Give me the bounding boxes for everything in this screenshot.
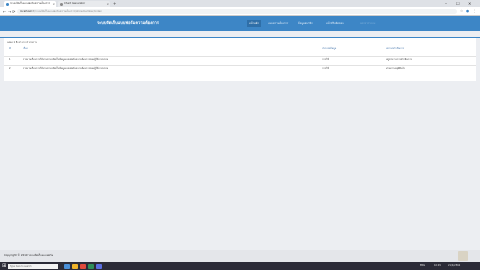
tab-title: Chart Generator: [64, 2, 86, 5]
taskbar-chrome-icon[interactable]: [80, 263, 86, 269]
taskbar-app-icon[interactable]: [88, 263, 94, 269]
close-window-button[interactable]: ✕: [468, 0, 471, 7]
col-no[interactable]: #: [9, 47, 11, 50]
row-type: การใช้: [322, 67, 329, 70]
url-field[interactable]: localhost:8/ระบบจัดเก็บแบบฟอร์มความต้องก…: [17, 9, 457, 14]
windows-start-icon[interactable]: ⊞: [2, 263, 6, 269]
taskbar-app-icon[interactable]: [64, 263, 70, 269]
os-taskbar: ⊞ Type here to search ENG 10:45 21/4/256…: [0, 262, 480, 270]
tray-language[interactable]: ENG: [420, 262, 425, 270]
back-icon[interactable]: ←: [3, 7, 6, 16]
tray-time[interactable]: 10:45: [434, 262, 441, 270]
table-row[interactable]: 2 รายงานเรื่องการใช้งานระบบจัดเก็บข้อมูล…: [4, 65, 476, 70]
bookmark-star-icon[interactable]: ☆: [460, 7, 463, 16]
taskbar-app-icon[interactable]: [96, 263, 102, 269]
taskbar-search-input[interactable]: Type here to search: [8, 263, 58, 269]
col-type[interactable]: ประเภทข้อมูล: [322, 47, 336, 51]
row-title[interactable]: รายงานเรื่องการใช้งานระบบจัดเก็บข้อมูลแบ…: [23, 66, 108, 71]
nav-logout[interactable]: ออกจากระบบ: [358, 20, 377, 27]
nav-home[interactable]: หน้าหลัก: [247, 20, 261, 27]
maximize-button[interactable]: ☐: [456, 0, 460, 7]
recaptcha-badge-icon: [458, 251, 468, 261]
table-header: # เรื่อง ประเภทข้อมูล สถานะดำเนินการ: [4, 47, 476, 51]
nav-members[interactable]: ข้อมูลสมาชิก: [296, 20, 315, 27]
url-host: localhost: [20, 10, 32, 13]
table-row[interactable]: 1 รายงานเรื่องการใช้งานระบบจัดเก็บข้อมูล…: [4, 56, 476, 61]
row-type: การใช้: [322, 58, 329, 61]
page-footer: Copyright © 2019 ระบบจัดเก็บแบบฟอร์ม: [0, 250, 480, 262]
new-tab-button[interactable]: +: [113, 0, 116, 7]
nav-requirements[interactable]: แบบความต้องการ: [266, 20, 290, 27]
nav-responsibilities[interactable]: หน้าที่รับผิดชอบ: [324, 20, 346, 27]
app-brand[interactable]: ระบบจัดเก็บแบบฟอร์มความต้องการ: [97, 16, 159, 30]
col-status[interactable]: สถานะดำเนินการ: [386, 47, 404, 51]
forward-icon[interactable]: →: [8, 7, 11, 16]
reload-icon[interactable]: ⟳: [12, 7, 15, 16]
col-title[interactable]: เรื่อง: [23, 47, 28, 51]
tab-favicon-icon: [6, 3, 9, 6]
tab-favicon-icon: [60, 3, 63, 6]
row-no: 1: [9, 58, 11, 61]
address-bar: ← → ⟳ localhost:8/ระบบจัดเก็บแบบฟอร์มควา…: [0, 7, 480, 16]
profile-icon[interactable]: ●: [466, 7, 469, 16]
app-header: ระบบจัดเก็บแบบฟอร์มความต้องการ หน้าหลัก …: [0, 16, 480, 31]
tab-title: ระบบจัดเก็บแบบฟอร์มความต้องการ: [10, 2, 51, 5]
row-no: 2: [9, 67, 11, 70]
row-status: ผ่านการอนุมัติแล้ว: [386, 67, 405, 70]
tray-date[interactable]: 21/4/2562: [448, 262, 460, 270]
row-status: อยู่ระหว่างการดำเนินการ: [386, 58, 412, 61]
breadcrumb: แสดง 1 ถึง 2 จาก 2 รายการ: [7, 41, 37, 44]
copyright-text: Copyright © 2019 ระบบจัดเก็บแบบฟอร์ม: [4, 254, 54, 257]
row-title[interactable]: รายงานเรื่องการใช้งานระบบจัดเก็บข้อมูลแบ…: [23, 57, 108, 62]
browser-tab-bar: ระบบจัดเก็บแบบฟอร์มความต้องการ × Chart G…: [0, 0, 480, 7]
browser-menu-icon[interactable]: ⋮: [473, 7, 477, 16]
content-card: แสดง 1 ถึง 2 จาก 2 รายการ # เรื่อง ประเภ…: [4, 38, 476, 81]
url-path: :8/ระบบจัดเก็บแบบฟอร์มความต้องการ/showme…: [31, 10, 102, 13]
minimize-button[interactable]: –: [445, 0, 447, 7]
taskbar-explorer-icon[interactable]: [72, 263, 78, 269]
